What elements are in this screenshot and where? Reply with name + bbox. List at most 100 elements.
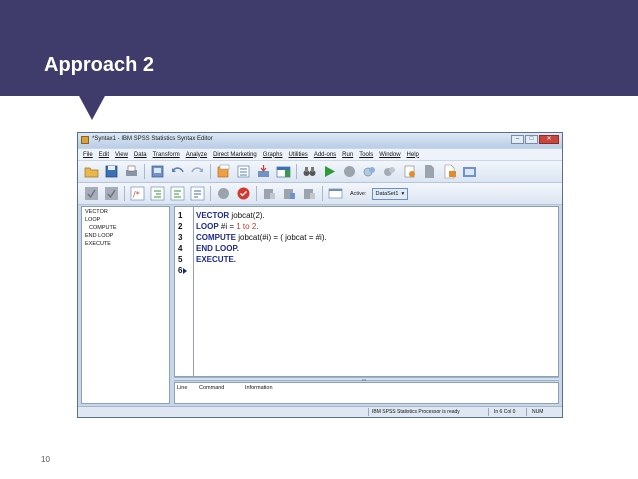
variables-icon[interactable]: [276, 164, 291, 179]
document-icon[interactable]: [422, 164, 437, 179]
menu-data[interactable]: Data: [134, 152, 147, 158]
menu-direct-marketing[interactable]: Direct Marketing: [213, 152, 257, 158]
syntax-navigator-pane: VECTOR LOOP COMPUTE END LOOP EXECUTE: [81, 206, 170, 404]
processor-status: IBM SPSS Statistics Processor is ready: [372, 409, 460, 415]
bookmark-icon[interactable]: [382, 164, 397, 179]
code-line: EXECUTE.: [196, 255, 236, 264]
navigator-item[interactable]: EXECUTE: [85, 241, 111, 247]
goto-variable-icon[interactable]: [236, 164, 251, 179]
step-icon[interactable]: [216, 186, 231, 201]
code-text: .: [256, 222, 259, 231]
toggle-bookmark-icon[interactable]: [302, 186, 317, 201]
code-line: LOOP #i = 1 to 2.: [196, 222, 259, 231]
toggle-breakpoint-icon[interactable]: [262, 186, 277, 201]
line-number-gutter: 1 2 3 4 5 6: [174, 206, 193, 377]
title-bar: *Syntax1 - IBM SPSS Statistics Syntax Ed…: [78, 133, 562, 148]
active-dataset-label: Active:: [350, 190, 367, 197]
slide-title: Approach 2: [44, 54, 155, 76]
app-icon: [81, 136, 89, 144]
find-binoculars-icon[interactable]: [302, 164, 317, 179]
horizontal-splitter[interactable]: •••: [174, 377, 559, 382]
menu-bar: File Edit View Data Transform Analyze Di…: [78, 149, 562, 160]
toolbar-separator: [124, 186, 125, 201]
menu-file[interactable]: File: [83, 152, 93, 158]
comment-selection-icon[interactable]: /*: [130, 186, 145, 201]
uncomment-icon[interactable]: [104, 186, 119, 201]
banner-notch: [78, 94, 106, 120]
maximize-button[interactable]: □: [525, 135, 538, 144]
line-number: 5: [178, 255, 183, 264]
recall-dialog-icon[interactable]: [150, 164, 165, 179]
menu-run[interactable]: Run: [342, 152, 353, 158]
menu-edit[interactable]: Edit: [99, 152, 109, 158]
navigator-item[interactable]: END LOOP: [85, 233, 113, 239]
minimize-button[interactable]: –: [511, 135, 524, 144]
code-keyword: LOOP: [196, 222, 219, 231]
syntax-editor[interactable]: VECTOR jobcat(2). LOOP #i = 1 to 2. COMP…: [193, 206, 559, 377]
outdent-icon[interactable]: [170, 186, 185, 201]
menu-utilities[interactable]: Utilities: [288, 152, 307, 158]
active-dataset-select[interactable]: DataSet1 ▾: [371, 187, 409, 200]
column-header-command: Command: [199, 385, 225, 391]
code-keyword-to: to: [240, 222, 252, 231]
page-number: 10: [41, 455, 50, 464]
menu-tools[interactable]: Tools: [359, 152, 373, 158]
print-icon[interactable]: [124, 164, 139, 179]
line-number: 3: [178, 233, 183, 242]
menu-add-ons[interactable]: Add-ons: [314, 152, 336, 158]
code-text: jobcat(#i) = ( jobcat = #i).: [236, 233, 327, 242]
line-number: 6: [178, 266, 183, 275]
svg-text:/*: /*: [133, 190, 140, 199]
open-folder-icon[interactable]: [84, 164, 99, 179]
navigator-item[interactable]: VECTOR: [85, 209, 108, 215]
syntax-toolbar: /* Active: DataSet1 ▾: [78, 183, 562, 205]
stop-icon[interactable]: [342, 164, 357, 179]
breakpoint-icon[interactable]: [362, 164, 377, 179]
code-keyword: EXECUTE.: [196, 255, 237, 264]
insert-cases-icon[interactable]: [256, 164, 271, 179]
line-number: 1: [178, 211, 183, 220]
format-icon[interactable]: [190, 186, 205, 201]
menu-analyze[interactable]: Analyze: [186, 152, 207, 158]
error-info-pane: Line Command Information: [174, 382, 559, 404]
undo-icon[interactable]: [170, 164, 185, 179]
current-line-arrow-icon: [183, 268, 187, 274]
menu-window[interactable]: Window: [379, 152, 400, 158]
run-selection-icon[interactable]: [322, 164, 337, 179]
menu-graphs[interactable]: Graphs: [263, 152, 283, 158]
status-divider: [526, 408, 527, 416]
window-title: *Syntax1 - IBM SPSS Statistics Syntax Ed…: [92, 136, 213, 142]
code-keyword: END LOOP.: [196, 244, 239, 253]
goto-case-icon[interactable]: [216, 164, 231, 179]
navigator-item[interactable]: LOOP: [85, 217, 100, 223]
main-toolbar: [78, 161, 562, 183]
save-icon[interactable]: [104, 164, 119, 179]
code-keyword: COMPUTE: [196, 233, 236, 242]
indent-icon[interactable]: [150, 186, 165, 201]
line-number: 2: [178, 222, 183, 231]
code-line: END LOOP.: [196, 244, 239, 253]
navigator-item[interactable]: COMPUTE: [89, 225, 117, 231]
show-navigator-icon[interactable]: [328, 186, 343, 201]
code-line: VECTOR jobcat(2).: [196, 211, 265, 220]
code-text: #i =: [218, 222, 237, 231]
active-dataset-value: DataSet1: [375, 190, 399, 197]
clear-breakpoints-icon[interactable]: [282, 186, 297, 201]
slide-header-banner: [0, 0, 638, 96]
close-button[interactable]: ✕: [539, 135, 559, 144]
options-icon[interactable]: [462, 164, 477, 179]
comment-icon[interactable]: [84, 186, 99, 201]
error-icon[interactable]: [236, 186, 251, 201]
code-text: jobcat(2).: [229, 211, 265, 220]
chevron-down-icon: ▾: [401, 190, 405, 197]
syntax-help-icon[interactable]: [402, 164, 417, 179]
menu-view[interactable]: View: [115, 152, 128, 158]
spss-syntax-editor-window: *Syntax1 - IBM SPSS Statistics Syntax Ed…: [77, 132, 563, 418]
menu-transform[interactable]: Transform: [153, 152, 180, 158]
code-line: COMPUTE jobcat(#i) = ( jobcat = #i).: [196, 233, 327, 242]
status-divider: [368, 408, 369, 416]
export-icon[interactable]: [442, 164, 457, 179]
toolbar-separator: [144, 164, 145, 179]
redo-icon[interactable]: [190, 164, 205, 179]
menu-help[interactable]: Help: [407, 152, 419, 158]
